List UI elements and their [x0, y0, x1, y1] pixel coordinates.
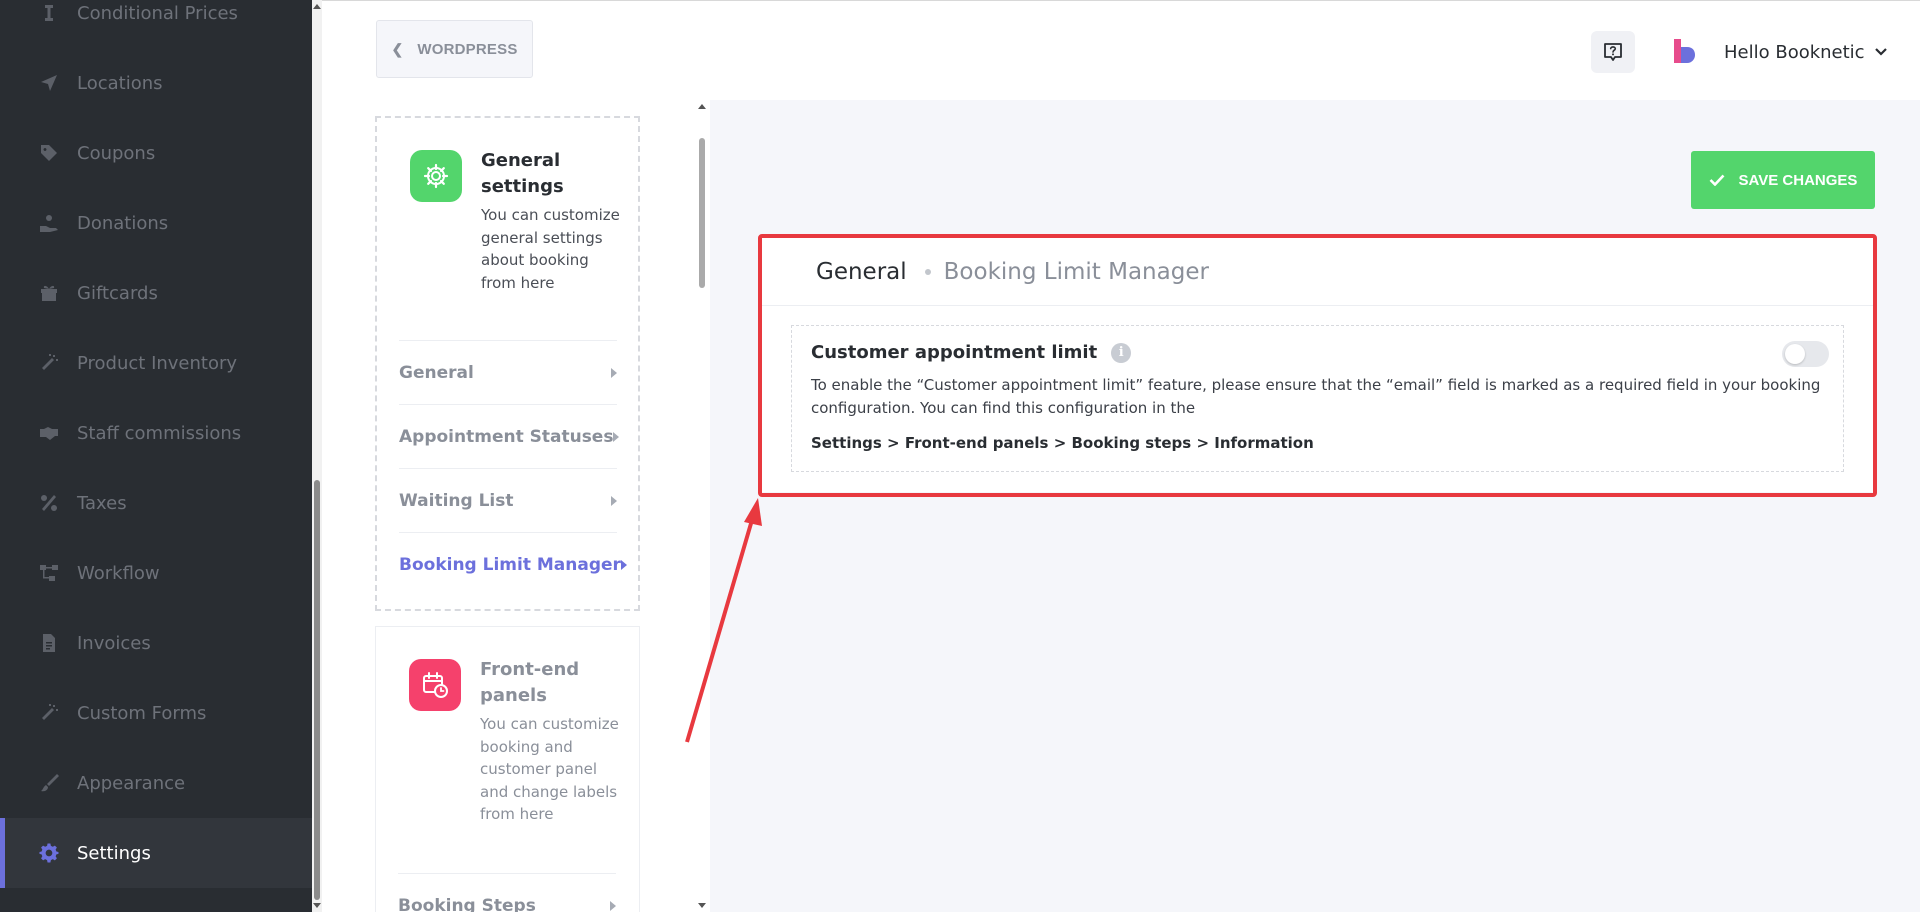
sidebar-item-label: Settings	[77, 842, 151, 864]
info-icon[interactable]: i	[1111, 342, 1132, 363]
save-changes-button[interactable]: SAVE CHANGES	[1691, 151, 1875, 209]
settings-sub-item-waiting-list[interactable]: Waiting List	[399, 468, 617, 532]
chevron-left-icon: ❮	[391, 40, 404, 57]
breadcrumb-separator	[924, 269, 931, 275]
chevron-down-icon	[1874, 48, 1887, 56]
price-cursor-icon	[38, 2, 60, 24]
caret-right-icon	[611, 367, 617, 378]
frontend-panels-description: You can customize booking and customer p…	[480, 715, 619, 823]
handshake-icon	[38, 422, 60, 444]
gear-icon	[38, 842, 60, 864]
scroll-up-arrow-icon[interactable]	[313, 4, 321, 9]
customer-appointment-limit-toggle[interactable]	[1782, 341, 1829, 367]
settings-sub-item-booking-limit-manager[interactable]: Booking Limit Manager	[399, 532, 627, 596]
magic-wand-icon	[38, 702, 60, 724]
user-greeting: Hello Booknetic	[1724, 41, 1865, 63]
scroll-up-arrow-icon[interactable]	[698, 104, 706, 109]
calendar-clock-icon	[409, 659, 461, 711]
settings-sub-item-general[interactable]: General	[399, 340, 617, 404]
scroll-down-arrow-icon[interactable]	[313, 903, 321, 908]
toggle-knob	[1785, 344, 1805, 364]
settings-sub-item-appointment-statuses[interactable]: Appointment Statuses	[399, 404, 620, 468]
settings-sub-item-booking-steps[interactable]: Booking Steps	[398, 873, 616, 912]
sidebar-item-custom-forms[interactable]: Custom Forms	[0, 678, 312, 748]
frontend-panels-title: Front-end panels	[480, 659, 580, 706]
breadcrumb-root[interactable]: General	[816, 259, 907, 285]
option-title-row: Customer appointment limit i	[811, 342, 1132, 363]
sub-item-label: Booking Limit Manager	[399, 554, 621, 575]
check-icon	[1709, 174, 1724, 186]
general-settings-title: General settings	[481, 150, 564, 197]
gear-icon	[410, 150, 462, 202]
help-button[interactable]	[1591, 31, 1635, 73]
invoice-file-icon	[38, 632, 60, 654]
general-settings-description: You can customize general settings about…	[481, 206, 620, 292]
page-scrollbar[interactable]	[312, 0, 322, 912]
sidebar-item-donations[interactable]: Donations	[0, 188, 312, 258]
sub-item-label: Appointment Statuses	[399, 426, 614, 447]
settings-panel: General settings You can customize gener…	[322, 100, 710, 912]
sidebar-item-locations[interactable]: Locations	[0, 48, 312, 118]
wordpress-back-label: WORDPRESS	[417, 40, 518, 58]
frontend-panels-card: Front-end panels You can customize booki…	[375, 626, 640, 912]
sidebar-item-label: Coupons	[77, 142, 156, 164]
sub-item-label: Waiting List	[399, 490, 514, 511]
sidebar-item-label: Invoices	[77, 632, 151, 654]
question-chat-icon	[1604, 43, 1622, 61]
breadcrumb: General Booking Limit Manager	[816, 255, 1209, 289]
settings-panel-scrollbar-thumb[interactable]	[699, 138, 705, 288]
save-changes-label: SAVE CHANGES	[1738, 171, 1858, 189]
sidebar-item-workflow[interactable]: Workflow	[0, 538, 312, 608]
sidebar-item-giftcards[interactable]: Giftcards	[0, 258, 312, 328]
sidebar-item-label: Workflow	[77, 562, 160, 584]
booknetic-logo	[1674, 39, 1695, 63]
location-arrow-icon	[38, 72, 60, 94]
tag-icon	[38, 142, 60, 164]
general-settings-card: General settings You can customize gener…	[375, 116, 640, 611]
sidebar-item-label: Appearance	[77, 772, 186, 794]
booking-limit-card: General Booking Limit Manager Customer a…	[760, 237, 1875, 492]
wordpress-back-button[interactable]: ❮ WORDPRESS	[376, 20, 533, 78]
sidebar-item-product-inventory[interactable]: Product Inventory	[0, 328, 312, 398]
sidebar: Conditional Prices Locations Coupons Don…	[0, 0, 312, 912]
sub-item-label: General	[399, 362, 474, 383]
option-title: Customer appointment limit	[811, 342, 1098, 363]
sidebar-item-label: Taxes	[77, 492, 127, 514]
sidebar-item-label: Giftcards	[77, 282, 158, 304]
sidebar-item-staff-commissions[interactable]: Staff commissions	[0, 398, 312, 468]
sidebar-item-coupons[interactable]: Coupons	[0, 118, 312, 188]
sidebar-item-invoices[interactable]: Invoices	[0, 608, 312, 678]
percent-icon	[38, 492, 60, 514]
sidebar-item-conditional-prices[interactable]: Conditional Prices	[0, 0, 312, 48]
sub-item-label: Booking Steps	[398, 895, 536, 912]
page-scrollbar-thumb[interactable]	[314, 480, 320, 900]
customer-appointment-limit-option: Customer appointment limit i To enable t…	[791, 325, 1844, 472]
user-menu[interactable]: Hello Booknetic	[1724, 39, 1887, 65]
caret-right-icon	[613, 431, 620, 442]
scroll-down-arrow-icon[interactable]	[698, 903, 706, 908]
sidebar-item-settings[interactable]: Settings	[0, 818, 312, 888]
divider	[760, 305, 1875, 306]
top-header: ❮ WORDPRESS Hello Booknetic	[322, 0, 1920, 100]
option-settings-path: Settings > Front-end panels > Booking st…	[811, 434, 1314, 452]
sidebar-item-appearance[interactable]: Appearance	[0, 748, 312, 818]
sidebar-item-label: Conditional Prices	[77, 2, 238, 24]
sidebar-item-label: Locations	[77, 72, 163, 94]
gift-icon	[38, 282, 60, 304]
workflow-icon	[38, 562, 60, 584]
caret-right-icon	[611, 495, 617, 506]
caret-right-icon	[610, 900, 616, 911]
settings-panel-scrollbar[interactable]	[693, 100, 710, 912]
caret-right-icon	[620, 559, 627, 570]
sidebar-item-label: Staff commissions	[77, 422, 242, 444]
paint-brush-icon	[38, 772, 60, 794]
sidebar-item-taxes[interactable]: Taxes	[0, 468, 312, 538]
sidebar-item-label: Product Inventory	[77, 352, 238, 374]
breadcrumb-current: Booking Limit Manager	[943, 259, 1209, 285]
sidebar-item-label: Custom Forms	[77, 702, 207, 724]
sidebar-item-label: Donations	[77, 212, 169, 234]
magic-wand-icon	[38, 352, 60, 374]
option-description: To enable the “Customer appointment limi…	[811, 376, 1821, 417]
donation-hand-icon	[38, 212, 60, 234]
